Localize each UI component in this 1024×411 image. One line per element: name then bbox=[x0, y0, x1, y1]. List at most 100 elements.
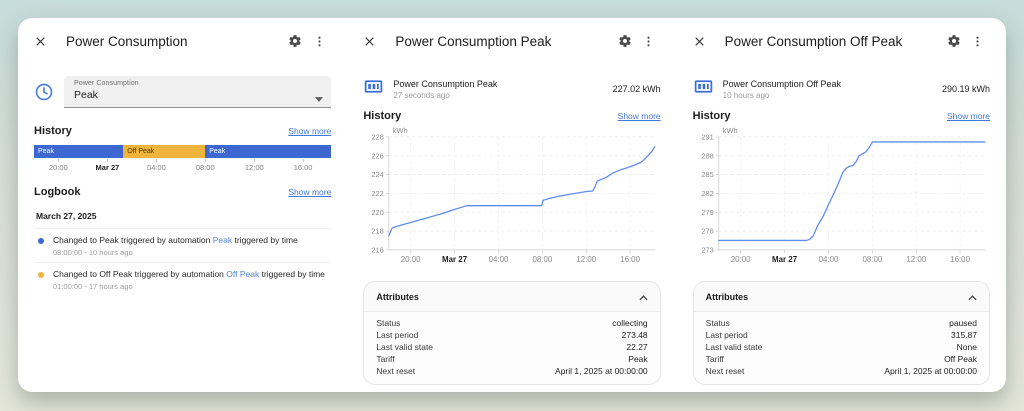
logbook-heading: Logbook bbox=[34, 186, 81, 198]
svg-text:276: 276 bbox=[701, 227, 713, 236]
attribute-row: Last valid state 22.27 bbox=[376, 341, 648, 352]
timeline-segment[interactable]: Peak bbox=[205, 145, 332, 158]
attributes-heading: Attributes bbox=[705, 291, 749, 302]
dialog-header: Power Consumption Peak bbox=[363, 32, 660, 50]
dialog-title: Power Consumption Off Peak bbox=[724, 33, 903, 49]
state-timeline-chart[interactable]: Peak Off Peak Peak 20:00 Mar 27 04:00 08:00 12:… bbox=[34, 145, 332, 173]
more-menu-icon[interactable] bbox=[307, 33, 331, 49]
history-line-chart[interactable]: 273 276 279 282 285 288 291 20:00 Mar 27 04:00 08:… bbox=[693, 125, 990, 272]
entity-name: Power Consumption Off Peak bbox=[722, 78, 842, 89]
svg-text:224: 224 bbox=[372, 170, 384, 179]
svg-text:226: 226 bbox=[372, 151, 384, 160]
logbook-entry: Changed to Peak triggered by automation … bbox=[34, 229, 332, 264]
logbook-show-more-link[interactable]: Show more bbox=[288, 187, 331, 197]
svg-text:Mar 27: Mar 27 bbox=[772, 255, 798, 264]
state-dot-peak bbox=[38, 238, 44, 244]
attribute-row: Next reset April 1, 2025 at 00:00:00 bbox=[705, 365, 977, 376]
close-icon[interactable] bbox=[34, 33, 54, 49]
attribute-row: Last valid state None bbox=[705, 341, 977, 352]
svg-text:08:00: 08:00 bbox=[533, 255, 553, 264]
attribute-row: Status collecting bbox=[376, 317, 648, 328]
attributes-card: Attributes Status paused Last period 315.8… bbox=[692, 280, 990, 385]
history-show-more-link[interactable]: Show more bbox=[288, 126, 331, 136]
automation-link[interactable]: Off Peak bbox=[226, 269, 259, 279]
svg-text:222: 222 bbox=[372, 189, 384, 198]
svg-text:08:00: 08:00 bbox=[862, 255, 882, 264]
history-show-more-link[interactable]: Show more bbox=[947, 111, 990, 121]
clock-icon bbox=[34, 82, 64, 102]
timeline-segment[interactable]: Off Peak bbox=[123, 145, 206, 158]
logbook-entry-time: 01:00:00 - 17 hours ago bbox=[53, 282, 133, 292]
svg-text:216: 216 bbox=[372, 245, 384, 254]
attribute-row: Next reset April 1, 2025 at 00:00:00 bbox=[376, 365, 648, 376]
close-icon[interactable] bbox=[693, 33, 713, 49]
more-menu-icon[interactable] bbox=[966, 33, 990, 49]
dialog-header: Power Consumption bbox=[34, 32, 331, 50]
entity-last-changed: 27 seconds ago bbox=[393, 90, 450, 100]
more-menu-icon[interactable] bbox=[637, 33, 661, 49]
svg-text:279: 279 bbox=[701, 208, 713, 217]
attribute-row: Last period 315.87 bbox=[705, 329, 977, 340]
svg-text:16:00: 16:00 bbox=[621, 255, 641, 264]
logbook-entry: Changed to Off Peak triggered by automat… bbox=[34, 263, 331, 296]
svg-text:kWh: kWh bbox=[722, 126, 737, 135]
counter-icon bbox=[693, 76, 723, 102]
history-line-chart[interactable]: 216 218 220 222 224 226 228 20:00 Mar 27 04:00 08:… bbox=[363, 125, 660, 272]
entity-state-value: 227.02 kWh bbox=[612, 84, 661, 94]
dialog-power-consumption-off-peak: Power Consumption Off Peak Power Consump… bbox=[677, 18, 1006, 392]
settings-gear-icon[interactable] bbox=[942, 33, 966, 49]
logbook-entry-text: Changed to Off Peak triggered by automat… bbox=[53, 269, 325, 280]
svg-text:04:00: 04:00 bbox=[489, 255, 509, 264]
chevron-up-icon bbox=[639, 288, 648, 306]
attributes-list: Status paused Last period 315.87 Last vali… bbox=[694, 312, 989, 384]
history-heading: History bbox=[34, 125, 72, 137]
entity-row[interactable]: Power Consumption Peak 27 seconds ago 22… bbox=[363, 76, 661, 102]
svg-text:12:00: 12:00 bbox=[577, 255, 597, 264]
svg-text:16:00: 16:00 bbox=[950, 255, 970, 264]
attribute-row: Status paused bbox=[705, 317, 977, 328]
svg-text:282: 282 bbox=[701, 189, 713, 198]
attributes-heading: Attributes bbox=[376, 291, 419, 302]
svg-text:12:00: 12:00 bbox=[906, 255, 926, 264]
settings-gear-icon[interactable] bbox=[283, 33, 307, 49]
attribute-row: Tariff Peak bbox=[376, 353, 648, 364]
svg-text:04:00: 04:00 bbox=[818, 255, 838, 264]
select-label: Power Consumption bbox=[74, 80, 139, 87]
dialog-power-consumption-peak: Power Consumption Peak Power Consumption… bbox=[347, 18, 676, 392]
entity-row[interactable]: Power Consumption Off Peak 10 hours ago … bbox=[693, 76, 990, 102]
chevron-down-icon bbox=[315, 89, 324, 107]
dialog-title: Power Consumption bbox=[66, 33, 188, 49]
attribute-row: Last period 273.48 bbox=[376, 329, 648, 340]
entity-last-changed: 10 hours ago bbox=[722, 90, 770, 100]
attribute-row: Tariff Off Peak bbox=[705, 353, 977, 364]
attributes-expander[interactable]: Attributes bbox=[693, 281, 989, 312]
svg-text:228: 228 bbox=[372, 132, 384, 141]
history-show-more-link[interactable]: Show more bbox=[618, 111, 661, 121]
counter-icon bbox=[363, 76, 393, 102]
svg-text:kWh: kWh bbox=[393, 126, 408, 135]
tariff-select-row: Power Consumption Peak bbox=[34, 76, 332, 108]
svg-text:20:00: 20:00 bbox=[401, 255, 421, 264]
close-icon[interactable] bbox=[363, 33, 383, 49]
attributes-expander[interactable]: Attributes bbox=[364, 281, 660, 312]
attributes-list: Status collecting Last period 273.48 Last … bbox=[364, 312, 659, 384]
history-heading: History bbox=[363, 110, 402, 122]
logbook-entry-text: Changed to Peak triggered by automation … bbox=[53, 235, 298, 245]
logbook-entry-time: 08:00:00 - 10 hours ago bbox=[53, 248, 133, 258]
entity-state-value: 290.19 kWh bbox=[941, 84, 990, 94]
dialog-header: Power Consumption Off Peak bbox=[693, 32, 990, 50]
select-value: Peak bbox=[74, 89, 98, 101]
svg-text:273: 273 bbox=[701, 245, 713, 254]
svg-text:Mar 27: Mar 27 bbox=[442, 255, 468, 264]
attributes-card: Attributes Status collecting Last period 2… bbox=[363, 280, 661, 385]
state-dot-off-peak bbox=[38, 272, 44, 279]
svg-text:20:00: 20:00 bbox=[730, 255, 750, 264]
entity-name: Power Consumption Peak bbox=[393, 78, 498, 89]
timeline-segment[interactable]: Peak bbox=[34, 145, 124, 158]
dialog-title: Power Consumption Peak bbox=[395, 33, 552, 49]
settings-gear-icon[interactable] bbox=[613, 33, 637, 49]
tariff-select[interactable]: Power Consumption Peak bbox=[64, 76, 332, 108]
svg-text:218: 218 bbox=[372, 227, 384, 236]
svg-text:288: 288 bbox=[701, 151, 713, 160]
automation-link[interactable]: Peak bbox=[213, 235, 232, 245]
